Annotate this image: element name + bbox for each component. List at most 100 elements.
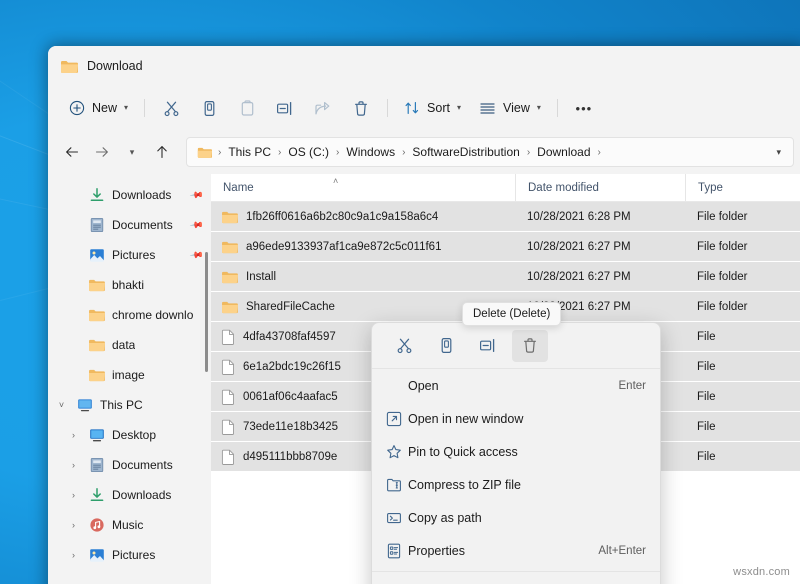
file-name-text: Install <box>246 271 276 283</box>
sort-button[interactable]: Sort ▾ <box>395 92 470 124</box>
file-icon <box>221 329 235 345</box>
file-row[interactable]: a96ede9133937af1ca9e872c5c011f6110/28/20… <box>211 232 800 261</box>
breadcrumb-item-softwaredistribution[interactable]: SoftwareDistribution <box>408 145 523 159</box>
file-name-cell: Install <box>211 270 515 284</box>
rename-button[interactable] <box>266 92 304 124</box>
context-menu-item-pin-to-quick-access[interactable]: Pin to Quick access <box>372 435 660 468</box>
delete-tooltip: Delete (Delete) <box>462 302 561 326</box>
breadcrumb-item-this-pc[interactable]: This PC <box>224 145 275 159</box>
sidebar-item-label: Downloads <box>112 488 171 502</box>
file-row[interactable]: 1fb26ff0616a6b2c80c9a1c9a158a6c410/28/20… <box>211 202 800 231</box>
music-icon <box>88 517 105 534</box>
file-name-text: 0061af06c4aafac5 <box>243 391 338 403</box>
chevron-right-icon[interactable]: › <box>66 490 81 500</box>
chevron-down-icon: ▾ <box>130 148 135 157</box>
toolbar-divider <box>557 99 558 117</box>
file-row[interactable]: Install10/28/2021 6:27 PMFile folder <box>211 262 800 291</box>
sidebar-item-documents[interactable]: ›Documents <box>48 450 211 480</box>
context-menu-item-open-in-new-window[interactable]: Open in new window <box>372 402 660 435</box>
context-rename-button[interactable] <box>470 330 506 362</box>
chevron-right-icon[interactable]: › <box>66 460 81 470</box>
sidebar-item-label: Desktop <box>112 428 156 442</box>
breadcrumb-item-windows[interactable]: Windows <box>342 145 399 159</box>
window-titlebar: Download <box>48 46 800 86</box>
file-icon <box>221 419 235 435</box>
address-bar[interactable]: › This PC › OS (C:) › Windows › Software… <box>186 137 794 167</box>
breadcrumb-item-download[interactable]: Download <box>533 145 594 159</box>
breadcrumb-item-os-c[interactable]: OS (C:) <box>284 145 333 159</box>
file-type-cell: File folder <box>685 211 800 223</box>
back-button[interactable] <box>58 138 86 166</box>
sidebar-scrollbar-thumb[interactable] <box>205 252 208 372</box>
chevron-right-icon[interactable]: › <box>66 430 81 440</box>
star-icon <box>386 444 408 460</box>
folder-icon <box>195 146 215 159</box>
cut-button[interactable] <box>152 92 190 124</box>
folder-icon <box>88 277 105 294</box>
sidebar-item-downloads[interactable]: Downloads📌 <box>48 180 211 210</box>
context-menu-item-properties[interactable]: PropertiesAlt+Enter <box>372 534 660 567</box>
context-menu: OpenEnterOpen in new window Pin to Quick … <box>371 322 661 584</box>
context-menu-item-open-in-windows-terminal[interactable]: Open in Windows Terminal <box>372 576 660 584</box>
chevron-down-icon[interactable]: ˅ <box>54 400 69 410</box>
address-dropdown-icon[interactable]: ▾ <box>776 147 785 158</box>
desktop-icon <box>88 427 105 444</box>
sort-icon <box>404 100 420 116</box>
column-header-date-modified[interactable]: Date modified <box>515 174 685 201</box>
chevron-right-icon[interactable]: › <box>66 520 81 530</box>
column-header-name[interactable]: Name <box>211 174 515 201</box>
file-name-cell: a96ede9133937af1ca9e872c5c011f61 <box>211 240 515 254</box>
sidebar-item-label: Documents <box>112 218 173 232</box>
pc-icon <box>76 397 93 414</box>
tab-title: Download <box>87 59 143 73</box>
column-header-type[interactable]: Type <box>685 174 800 201</box>
file-name-text: 73ede11e18b3425 <box>243 421 338 433</box>
recent-locations-button[interactable]: ▾ <box>118 138 146 166</box>
context-menu-item-compress-to-zip-file[interactable]: Compress to ZIP file <box>372 468 660 501</box>
context-menu-item-label: Pin to Quick access <box>408 445 646 459</box>
file-date-cell: 10/28/2021 6:27 PM <box>515 241 685 253</box>
sidebar-item-pictures[interactable]: Pictures📌 <box>48 240 211 270</box>
context-menu-item-copy-as-path[interactable]: Copy as path <box>372 501 660 534</box>
context-copy-button[interactable] <box>428 330 464 362</box>
file-type-cell: File <box>685 451 800 463</box>
forward-button[interactable] <box>88 138 116 166</box>
file-name-text: 4dfa43708faf4597 <box>243 331 336 343</box>
new-button[interactable]: New ▾ <box>60 92 137 124</box>
see-more-button[interactable]: ••• <box>565 92 603 124</box>
sidebar-item-documents[interactable]: Documents📌 <box>48 210 211 240</box>
share-button[interactable] <box>304 92 342 124</box>
file-type-cell: File folder <box>685 271 800 283</box>
up-button[interactable] <box>148 138 176 166</box>
context-menu-item-open[interactable]: OpenEnter <box>372 369 660 402</box>
paste-button[interactable] <box>228 92 266 124</box>
toolbar-divider <box>144 99 145 117</box>
copy-button[interactable] <box>190 92 228 124</box>
sidebar-item-downloads[interactable]: › Downloads <box>48 480 211 510</box>
context-cut-button[interactable] <box>386 330 422 362</box>
sidebar-item-image[interactable]: image <box>48 360 211 390</box>
file-name-text: 1fb26ff0616a6b2c80c9a1c9a158a6c4 <box>246 211 438 223</box>
rename-icon <box>276 100 294 117</box>
sidebar-item-data[interactable]: data <box>48 330 211 360</box>
sidebar-item-label: Downloads <box>112 188 171 202</box>
sidebar-item-desktop[interactable]: › Desktop <box>48 420 211 450</box>
file-icon <box>221 449 235 465</box>
sidebar-item-chrome-downlo[interactable]: chrome downlo <box>48 300 211 330</box>
desktop-background: Download New ▾ <box>0 0 800 584</box>
chevron-right-icon[interactable]: › <box>66 550 81 560</box>
delete-button[interactable] <box>342 92 380 124</box>
sidebar-scrollbar-track[interactable] <box>202 174 211 584</box>
sidebar-item-this-pc[interactable]: ˅This PC <box>48 390 211 420</box>
zip-icon <box>386 477 408 493</box>
properties-icon <box>386 543 408 559</box>
folder-icon <box>221 210 238 224</box>
context-delete-button[interactable] <box>512 330 548 362</box>
explorer-tab[interactable]: Download <box>60 59 143 74</box>
view-button[interactable]: View ▾ <box>470 92 550 124</box>
breadcrumb-separator: › <box>597 147 602 158</box>
sidebar-item-music[interactable]: ›Music <box>48 510 211 540</box>
sidebar-item-bhakti[interactable]: bhakti <box>48 270 211 300</box>
column-headers: Name Date modified Type ˄ <box>211 174 800 202</box>
sidebar-item-pictures[interactable]: ›Pictures <box>48 540 211 570</box>
